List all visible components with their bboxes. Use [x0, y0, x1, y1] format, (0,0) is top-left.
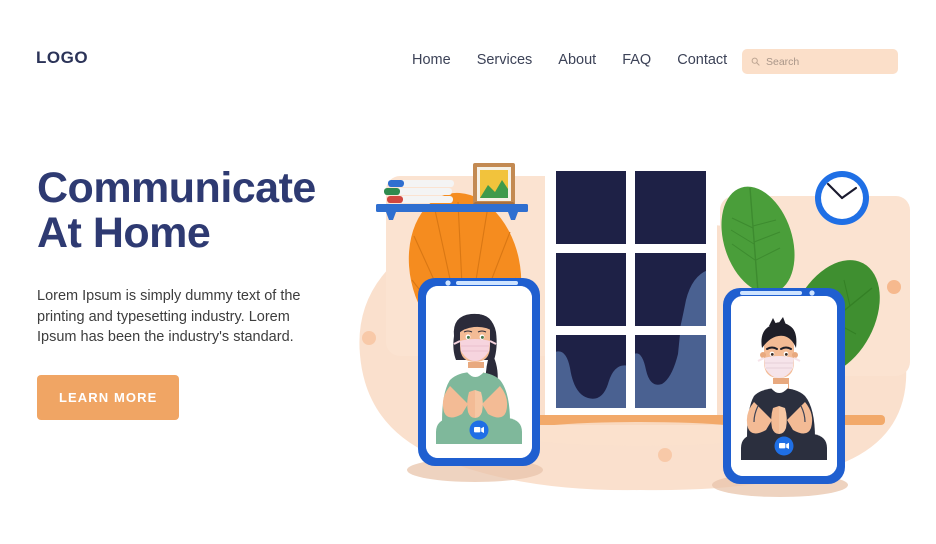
search-input[interactable] — [766, 55, 889, 68]
phone-left[interactable] — [407, 278, 543, 482]
front-camera-icon — [445, 280, 451, 286]
page-title: Communicate At Home — [37, 164, 357, 258]
logo[interactable]: LOGO — [36, 48, 88, 68]
hero-title-line-1: Communicate — [37, 164, 316, 212]
search-icon — [751, 57, 760, 66]
nav-item-about[interactable]: About — [558, 52, 596, 68]
front-camera-icon — [809, 290, 815, 296]
nav-item-home[interactable]: Home — [412, 52, 451, 68]
nav-item-faq[interactable]: FAQ — [622, 52, 651, 68]
decor-dot-right — [887, 280, 901, 294]
picture-frame-icon — [471, 163, 517, 206]
earpiece-icon — [456, 281, 518, 285]
main-navigation: Home Services About FAQ Contact — [412, 52, 727, 68]
earpiece-icon — [740, 291, 802, 295]
hero-section: Communicate At Home Lorem Ipsum is simpl… — [37, 164, 357, 421]
site-header: LOGO Home Services About FAQ Contact — [0, 0, 936, 110]
hero-illustration — [340, 140, 936, 520]
wall-shelf — [376, 163, 528, 220]
decor-dot-left — [362, 331, 376, 345]
nav-item-services[interactable]: Services — [477, 52, 533, 68]
learn-more-button[interactable]: LEARN MORE — [37, 375, 180, 421]
phone-right[interactable] — [712, 288, 848, 497]
video-camera-icon-left — [474, 426, 484, 433]
illustration-svg — [359, 162, 910, 497]
landing-page: LOGO Home Services About FAQ Contact Com… — [0, 0, 936, 544]
hero-title-line-2: At Home — [37, 209, 211, 258]
video-camera-icon-right — [779, 442, 789, 449]
hero-description: Lorem Ipsum is simply dummy text of the … — [37, 288, 301, 346]
wall-clock-icon — [815, 171, 869, 225]
search-box[interactable] — [742, 49, 898, 74]
book-stack-icon — [384, 180, 454, 203]
decor-dot-center — [658, 448, 672, 462]
nav-item-contact[interactable]: Contact — [677, 52, 727, 68]
